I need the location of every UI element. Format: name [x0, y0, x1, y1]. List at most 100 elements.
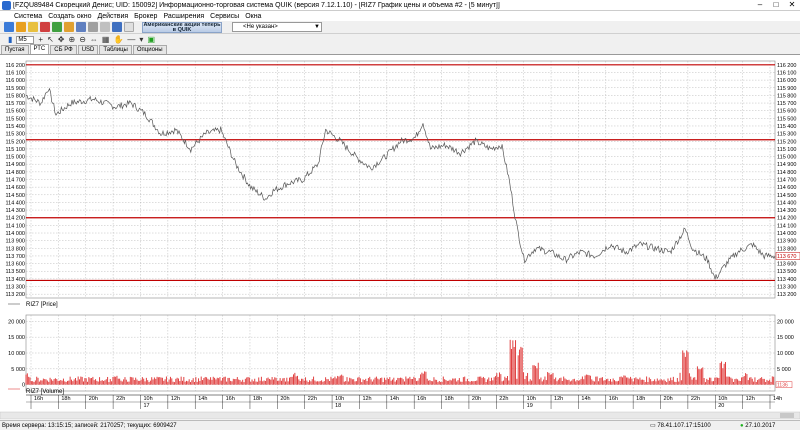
ad-banner[interactable]: Американские акции теперь в QUIK [142, 21, 222, 33]
menu-actions[interactable]: Действия [97, 13, 128, 20]
line-tool-icon[interactable]: — [127, 35, 135, 44]
maximize-icon[interactable]: □ [768, 0, 784, 10]
time-tick-label: 18h [636, 396, 645, 402]
chart-type-icon[interactable]: ▮ [8, 35, 12, 44]
window-title: [FZQU89484 Скорецкий Денис; UID: 150092]… [13, 1, 500, 9]
price-tick-label-left: 113 600 [6, 262, 25, 268]
price-tick-label-left: 114 900 [6, 162, 25, 168]
price-tick-label-left: 115 600 [6, 109, 25, 115]
time-tick-label: 12h [362, 396, 371, 402]
price-tick-label-right: 115 600 [777, 109, 796, 115]
orders-icon[interactable] [40, 22, 50, 32]
menu-broker[interactable]: Брокер [134, 13, 157, 20]
app-icon [2, 0, 11, 10]
time-tick-label: 10h [335, 396, 344, 402]
account-select[interactable]: <Не указан> ▼ [232, 22, 322, 32]
price-tick-label-left: 114 400 [6, 200, 25, 206]
price-tick-label-right: 113 600 [777, 262, 796, 268]
time-tick-label: 20h [89, 396, 98, 402]
status-bar: Время сервера: 13:15:15; записей: 217025… [0, 420, 800, 430]
time-tick-label: 16h [226, 396, 235, 402]
time-tick-label: 18h [253, 396, 262, 402]
zoom-in-icon[interactable]: ⊕ [68, 35, 75, 44]
price-tick-label-left: 113 200 [6, 292, 25, 298]
tab-rts[interactable]: РТС [29, 44, 50, 54]
time-tick-label: 16h [34, 396, 43, 402]
trades-icon[interactable] [52, 22, 62, 32]
price-tick-label-right: 115 400 [777, 124, 796, 130]
interval-select[interactable]: M5 [16, 35, 35, 44]
print-icon[interactable] [88, 22, 98, 32]
price-tick-label-right: 113 900 [777, 239, 796, 245]
connection-address: 78.41.107.17:15100 [657, 423, 711, 429]
move-icon[interactable]: ✥ [58, 35, 65, 44]
menu-create-window[interactable]: Создать окно [48, 13, 91, 20]
settings-icon[interactable] [100, 22, 110, 32]
price-tick-label-left: 115 900 [6, 86, 25, 92]
indicator-icon[interactable]: ▣ [147, 35, 155, 44]
menu-system[interactable]: Система [14, 13, 42, 20]
minimize-icon[interactable]: – [752, 0, 768, 10]
chart-toolbar: ▮ M5 + ↖ ✥ ⊕ ⊖ ⇔ ▦ ✋ — ▾ ▣ [0, 34, 800, 45]
price-panel-label: RIZ7 [Price] [26, 302, 58, 308]
day-label: 20 [718, 403, 724, 409]
messages-icon[interactable] [76, 22, 86, 32]
connect-icon[interactable] [4, 22, 14, 32]
tab-empty[interactable]: Пустая [1, 45, 29, 54]
server-time-status: Время сервера: 13:15:15; записей: 217025… [2, 422, 177, 429]
lock-icon[interactable] [124, 22, 134, 32]
zoom-out-icon[interactable]: ⊖ [79, 35, 86, 44]
date-value: 27.10.2017 [745, 422, 776, 429]
fit-icon[interactable]: ⇔ [90, 35, 98, 44]
tab-options[interactable]: Опционы [132, 45, 167, 54]
tab-usd[interactable]: USD [77, 45, 99, 54]
volume-tick-label-right: 5 000 [777, 367, 791, 373]
volume-tick-label-right: 10 000 [777, 351, 794, 357]
time-tick-label: 10h [718, 396, 727, 402]
main-toolbar: Американские акции теперь в QUIK <Не ука… [0, 21, 800, 34]
time-tick-label: 20h [472, 396, 481, 402]
price-tick-label-right: 116 000 [777, 78, 796, 84]
time-tick-label: 14h [390, 396, 399, 402]
volume-tick-label-right: 15 000 [777, 335, 794, 341]
menu-services[interactable]: Сервисы [210, 13, 239, 20]
price-tick-label-left: 114 100 [6, 223, 25, 229]
time-tick-label: 22h [308, 396, 317, 402]
price-tick-label-right: 113 400 [777, 277, 796, 283]
price-tick-label-right: 114 400 [777, 200, 796, 206]
menu-extensions[interactable]: Расширения [163, 13, 204, 20]
menu-windows[interactable]: Окна [245, 13, 261, 20]
time-tick-label: 12h [171, 396, 180, 402]
crosshair-icon[interactable]: + [38, 35, 43, 44]
open-folder-icon[interactable] [28, 22, 38, 32]
price-volume-chart[interactable]: 113 200 113 200113 300 113 300113 400 113 4… [0, 55, 800, 420]
new-window-icon[interactable] [16, 22, 26, 32]
close-icon[interactable]: ✕ [784, 0, 800, 10]
workspace-tabs: Пустая РТС СБ РФ USD Таблицы Опционы [0, 44, 800, 55]
tab-tables[interactable]: Таблицы [99, 45, 132, 54]
price-tick-label-right: 115 700 [777, 101, 796, 107]
hand-icon[interactable]: ✋ [113, 35, 123, 44]
tab-sber[interactable]: СБ РФ [50, 45, 77, 54]
price-tick-label-left: 114 700 [6, 178, 25, 184]
price-tick-label-left: 114 000 [6, 231, 25, 237]
price-tick-label-right: 114 900 [777, 162, 796, 168]
chart-window: 113 200 113 200 113 300 113 300 113 400 113 4… [0, 55, 800, 420]
price-tick-label-right: 114 600 [777, 185, 796, 191]
price-tick-label-left: 114 200 [6, 216, 25, 222]
price-tick-label-right: 113 300 [777, 285, 796, 291]
price-tick-label-right: 113 200 [777, 292, 796, 298]
help-icon[interactable] [112, 22, 122, 32]
price-tick-label-right: 114 800 [777, 170, 796, 176]
draw-menu-icon[interactable]: ▾ [139, 35, 143, 44]
time-tick-label: 16h [417, 396, 426, 402]
volume-tick-label-left: 0 [22, 383, 25, 389]
price-tick-label-left: 113 500 [6, 269, 25, 275]
price-tick-label-left: 115 100 [6, 147, 25, 153]
portfolio-icon[interactable] [64, 22, 74, 32]
time-tick-label: 12h [746, 396, 755, 402]
scale-icon[interactable]: ▦ [102, 35, 110, 44]
network-icon: ▭ [650, 423, 656, 429]
cursor-icon[interactable]: ↖ [47, 35, 54, 44]
price-tick-label-left: 115 000 [6, 155, 25, 161]
